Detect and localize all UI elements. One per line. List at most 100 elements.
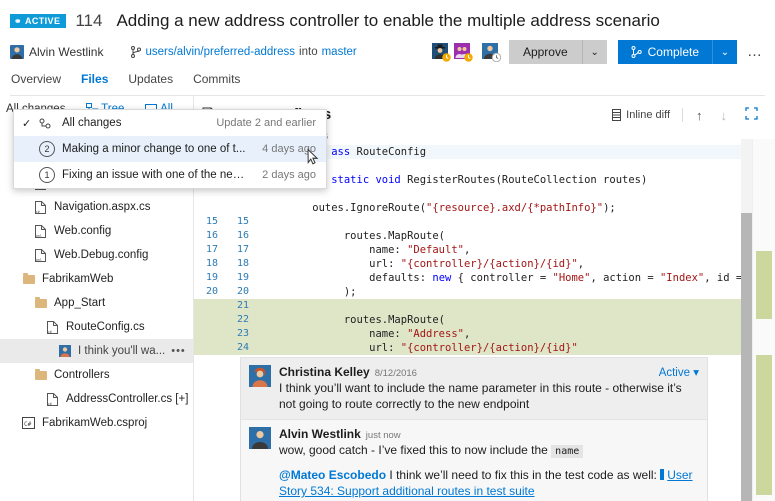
line-number-new: 24 xyxy=(236,342,249,353)
changes-filter-menu-item[interactable]: 2 Making a minor change to one of t... 4 d… xyxy=(14,136,326,162)
comment-text-prefix: wow, good catch - I’ve fixed this to now… xyxy=(279,443,548,457)
folder-icon xyxy=(34,296,47,308)
check-icon: ✓ xyxy=(22,117,32,130)
changes-filter-menu-item[interactable]: 1 Fixing an issue with one of the new ...… xyxy=(14,162,326,188)
line-number-old: 19 xyxy=(205,272,218,283)
diff-line: 20 20 ); xyxy=(194,285,775,299)
tree-item[interactable]: c# AddressController.cs [+] xyxy=(0,387,193,411)
line-number-old: 17 xyxy=(205,244,218,255)
comment-item: Christina Kelley 8/12/2016 Active ▾ I th… xyxy=(241,358,707,420)
line-number-new: 17 xyxy=(236,244,249,255)
pr-tabs: Overview Files Updates Commits xyxy=(10,72,765,89)
folder-icon xyxy=(32,368,49,380)
tab-commits[interactable]: Commits xyxy=(193,72,240,89)
tab-files[interactable]: Files xyxy=(81,72,108,89)
diff-line-code: name: "Address", xyxy=(268,328,471,340)
target-branch-link[interactable]: master xyxy=(322,46,357,58)
complete-button[interactable]: Complete xyxy=(617,40,712,64)
diff-line: 21 xyxy=(194,299,775,313)
tree-comment-item[interactable]: I think you'll wa... ••• xyxy=(0,339,193,363)
next-change-icon[interactable]: ↓ xyxy=(712,108,737,123)
thread-status-dropdown[interactable]: Active ▾ xyxy=(659,365,699,379)
tree-item-label: Web.config xyxy=(54,225,112,237)
tree-item-label: AddressController.cs [+] xyxy=(66,393,189,405)
diff-line-code: routes.MapRoute( xyxy=(268,314,446,326)
tree-item[interactable]: App_Start xyxy=(0,291,193,315)
diff-line-code: defaults: new { controller = "Home", act… xyxy=(268,272,775,284)
avatar xyxy=(249,427,271,449)
comment-timestamp: just now xyxy=(365,430,401,441)
diff-line: 22 routes.MapRoute( xyxy=(194,313,775,327)
diff-line: 24 url: "{controller}/{action}/{id}" xyxy=(194,341,775,355)
avatar xyxy=(249,365,271,387)
complete-dropdown-button[interactable]: ⌄ xyxy=(712,40,737,64)
comment-text-line2: @Mateo Escobedo I think we’ll need to fi… xyxy=(279,467,699,499)
pr-title-row: ⚭ ACTIVE 114 Adding a new address contro… xyxy=(10,8,765,34)
expand-icon[interactable] xyxy=(736,107,767,123)
file-icon: xml xyxy=(35,224,46,238)
comment-text-line1: wow, good catch - I’ve fixed this to now… xyxy=(279,442,699,460)
toolbar-divider xyxy=(682,108,683,122)
reviewer-avatar-2[interactable] xyxy=(453,42,473,62)
pull-request-page: ⚭ ACTIVE 114 Adding a new address contro… xyxy=(0,0,775,501)
tree-item[interactable]: Controllers xyxy=(0,363,193,387)
more-actions-button[interactable]: … xyxy=(744,44,765,59)
changes-filter-menu[interactable]: ✓ All changes Update 2 and earlier 2 Making … xyxy=(13,109,327,189)
pr-header: ⚭ ACTIVE 114 Adding a new address contro… xyxy=(0,0,775,96)
tree-item[interactable]: xml Web.config xyxy=(0,219,193,243)
changes-filter-menu-item[interactable]: ✓ All changes Update 2 and earlier xyxy=(14,110,326,136)
diff-line: 17 17 name: "Default", xyxy=(194,243,775,257)
status-badge-label: ACTIVE xyxy=(24,16,61,26)
inline-diff-label: Inline diff xyxy=(626,109,670,121)
svg-text:xml: xml xyxy=(36,234,43,238)
comment-timestamp: 8/12/2016 xyxy=(374,368,417,379)
file-icon: xml xyxy=(32,224,49,238)
tree-item[interactable]: C# FabrikamWeb.csproj xyxy=(0,411,193,435)
tab-updates[interactable]: Updates xyxy=(128,72,173,89)
pr-id: 114 xyxy=(75,11,103,30)
diff-line: 19 19 defaults: new { controller = "Home"… xyxy=(194,271,775,285)
merge-icon xyxy=(631,46,642,58)
comment-header: Christina Kelley 8/12/2016 Active ▾ xyxy=(279,365,699,379)
tree-item-label: Web.Debug.config xyxy=(54,249,149,261)
tree-item[interactable]: c# RouteConfig.cs xyxy=(0,315,193,339)
menu-item-label: All changes xyxy=(62,117,122,129)
tree-item[interactable]: xml Web.Debug.config xyxy=(0,243,193,267)
diff-line-code: url: "{controller}/{action}/{id}" xyxy=(268,342,578,354)
tree-item-label: Navigation.aspx.cs xyxy=(54,201,151,213)
tree-item-more-icon[interactable]: ••• xyxy=(171,345,186,357)
reviewer-avatar-3[interactable] xyxy=(481,42,501,62)
branch-info: users/alvin/preferred-address into maste… xyxy=(131,46,357,58)
file-icon: c# xyxy=(44,320,61,334)
line-number-new: 15 xyxy=(236,216,249,227)
svg-text:C#: C# xyxy=(24,421,32,428)
comment-author: Christina Kelley xyxy=(279,365,370,379)
approve-dropdown-button[interactable]: ⌄ xyxy=(581,40,607,64)
previous-change-icon[interactable]: ↑ xyxy=(687,108,712,123)
page-title: Adding a new address controller to enabl… xyxy=(116,11,660,30)
tab-overview[interactable]: Overview xyxy=(11,72,61,89)
tree-item-label: I think you'll wa... xyxy=(78,345,166,357)
line-number-old: 20 xyxy=(205,286,218,297)
tree-item[interactable]: FabrikamWeb xyxy=(0,267,193,291)
diff-overview-ruler[interactable] xyxy=(752,139,775,501)
source-branch-link[interactable]: users/alvin/preferred-address xyxy=(145,46,295,58)
pr-author: Alvin Westlink xyxy=(10,45,103,59)
commits-icon xyxy=(39,118,61,129)
reviewer-avatar-1[interactable] xyxy=(431,42,451,62)
into-label: into xyxy=(299,46,318,58)
line-number-new: 23 xyxy=(236,328,249,339)
file-icon: c# xyxy=(32,200,49,214)
approve-button[interactable]: Approve xyxy=(508,40,582,64)
tree-item[interactable]: c# Navigation.aspx.cs xyxy=(0,195,193,219)
menu-item-meta: 2 days ago xyxy=(262,169,316,181)
mention-link[interactable]: @Mateo Escobedo xyxy=(279,468,386,482)
pull-request-icon: ⚭ xyxy=(14,15,22,26)
diff-line-code: ass RouteConfig xyxy=(331,146,427,158)
diff-line-code: name: "Default", xyxy=(268,244,471,256)
tree-item-label: FabrikamWeb xyxy=(42,273,114,285)
comment-body: Christina Kelley 8/12/2016 Active ▾ I th… xyxy=(279,365,699,412)
inline-code-chip: name xyxy=(551,445,584,458)
line-number-new: 16 xyxy=(236,230,249,241)
inline-diff-toggle[interactable]: Inline diff xyxy=(604,109,678,121)
